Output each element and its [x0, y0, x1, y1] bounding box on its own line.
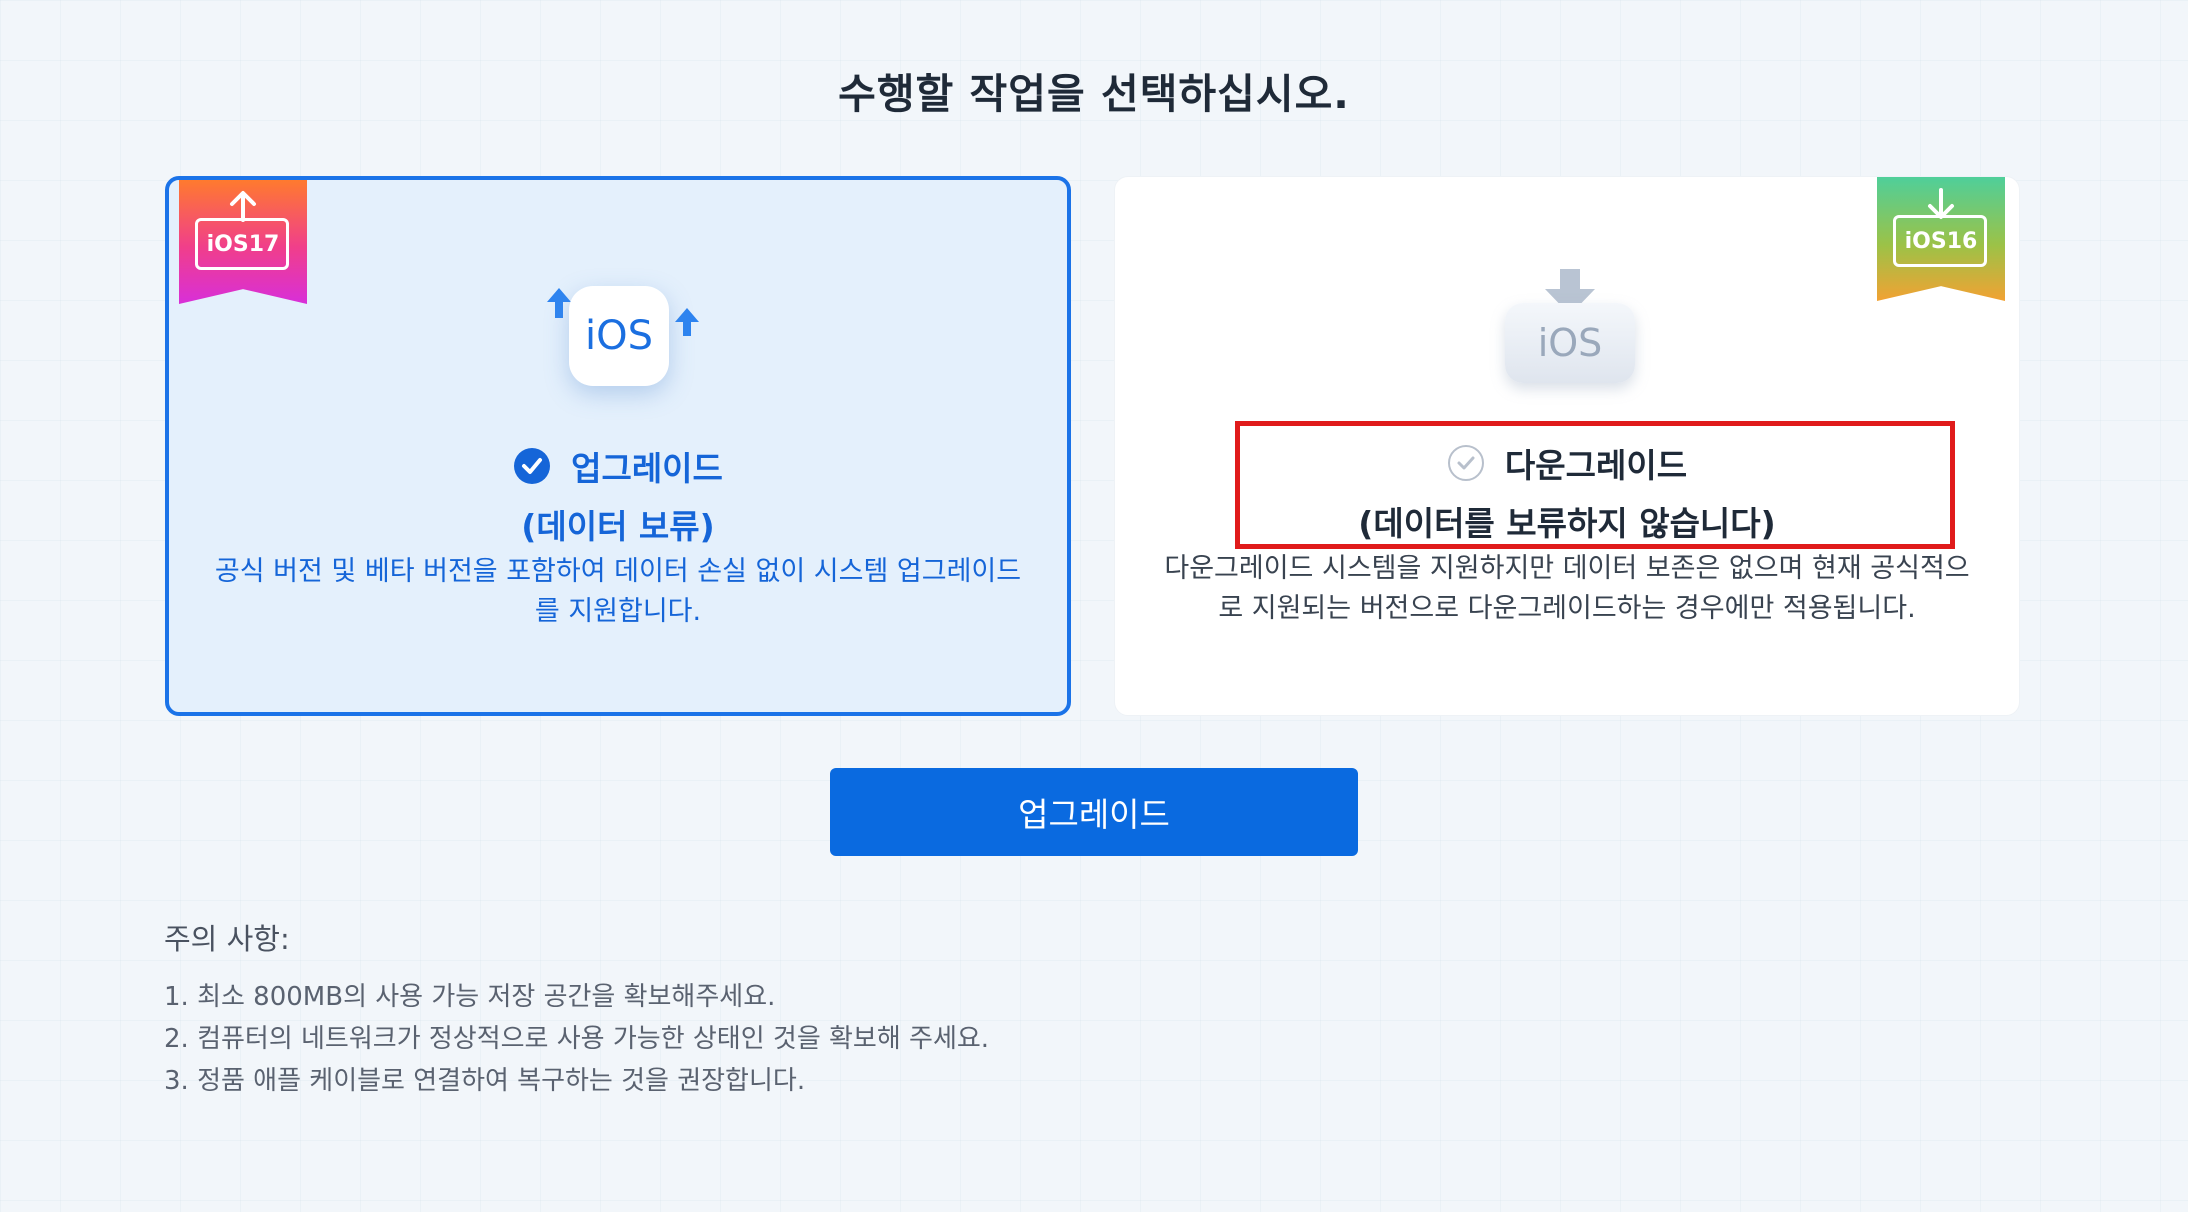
upgrade-button[interactable]: 업그레이드 [830, 768, 1358, 856]
upgrade-description: 공식 버전 및 베타 버전을 포함하여 데이터 손실 없이 시스템 업그레이드를… [214, 556, 1022, 627]
notes-item: 3. 정품 애플 케이블로 연결하여 복구하는 것을 권장합니다. [164, 1066, 806, 1096]
downgrade-description: 다운그레이드 시스템을 지원하지만 데이터 보존은 없으며 현재 공식적으로 지… [1164, 553, 1970, 624]
badge-label: iOS16 [1904, 229, 1978, 254]
notes-item: 1. 최소 800MB의 사용 가능 저장 공간을 확보해주세요. [164, 982, 776, 1012]
downgrade-subheading: (데이터를 보류하지 않습니다) [1358, 504, 1776, 543]
check-circle-filled-icon [514, 448, 551, 484]
upgrade-heading-row: 업그레이드 [169, 442, 1067, 490]
downgrade-option-card[interactable]: iOS16 iOS 다운그레이드 (데이터를 보류하지 않습니다) 다운그레이드… [1114, 176, 2020, 716]
page-title: 수행할 작업을 선택하십시오. [838, 70, 1350, 118]
notes-title: 주의 사항: [164, 922, 290, 956]
ios-downgrade-icon: iOS [1495, 265, 1645, 395]
ios16-badge: iOS16 [1877, 177, 2005, 301]
badge-label: iOS17 [206, 232, 280, 257]
check-circle-outline-icon [1447, 445, 1484, 481]
upgrade-subheading: (데이터 보류) [521, 507, 715, 546]
upgrade-heading: 업그레이드 [571, 449, 723, 488]
ios17-badge: iOS17 [179, 180, 307, 304]
notes-section: 주의 사항: 1. 최소 800MB의 사용 가능 저장 공간을 확보해주세요.… [164, 916, 989, 1102]
ios-tile: iOS [1505, 303, 1635, 383]
upgrade-option-card[interactable]: iOS17 iOS 업그레이드 (데이터 보류) 공식 버전 및 베타 버전을 … [165, 176, 1071, 716]
notes-item: 2. 컴퓨터의 네트워크가 정상적으로 사용 가능한 상태인 것을 확보해 주세… [164, 1024, 990, 1054]
downgrade-heading: 다운그레이드 [1504, 446, 1688, 485]
downgrade-heading-row: 다운그레이드 [1115, 439, 2019, 487]
ios-upgrade-icon: iOS [517, 268, 717, 398]
ios-tile: iOS [569, 286, 669, 386]
